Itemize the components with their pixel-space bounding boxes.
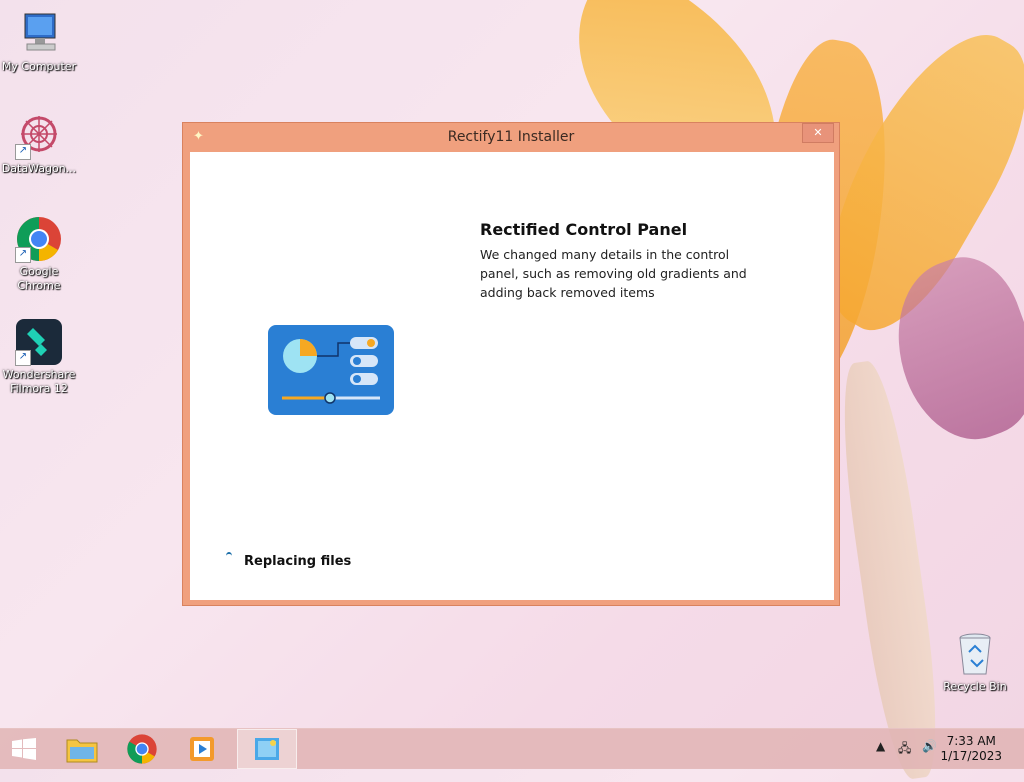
wallpaper-stem [831, 357, 949, 782]
chrome-icon: ↗ [15, 215, 63, 263]
network-icon[interactable]: 🖧 [898, 739, 911, 760]
control-panel-icon [268, 325, 394, 415]
desktop-icon-my-computer[interactable]: My Computer [0, 10, 78, 74]
desktop-icon-label: Google Chrome [17, 265, 61, 292]
close-button[interactable]: ✕ [802, 123, 834, 143]
system-clock[interactable]: 7:33 AM 1/17/2023 [940, 734, 1002, 764]
desktop-icon-google-chrome[interactable]: ↗ Google Chrome [0, 215, 78, 293]
shortcut-arrow-icon: ↗ [15, 350, 31, 366]
page-title: Rectified Control Panel [480, 220, 688, 239]
clock-date: 1/17/2023 [940, 749, 1002, 763]
taskbar-media-player[interactable] [176, 729, 228, 769]
desktop-icon-label: DataWagon... [1, 162, 77, 175]
desktop-icon-datawagon[interactable]: ↗ DataWagon... [0, 112, 78, 176]
windows-logo-icon [12, 738, 36, 760]
desktop-icon-label: Recycle Bin [943, 680, 1007, 693]
volume-icon[interactable]: 🔊 [922, 739, 937, 753]
desktop-icon-recycle-bin[interactable]: Recycle Bin [936, 630, 1014, 694]
recycle-bin-icon [951, 630, 999, 678]
status-text: Replacing files [244, 554, 352, 569]
taskbar-google-chrome[interactable] [116, 729, 168, 769]
taskbar: ▲ 🖧 🔊 7:33 AM 1/17/2023 [0, 728, 1024, 769]
window-title: Rectify11 Installer [447, 129, 575, 145]
desktop-icon-label: Wondershare Filmora 12 [2, 368, 76, 395]
progress-spinner-icon [226, 552, 232, 560]
datawagon-icon: ↗ [15, 112, 63, 160]
desktop-icon-filmora[interactable]: ↗ Wondershare Filmora 12 [0, 318, 78, 396]
media-player-icon [190, 737, 214, 761]
start-button[interactable] [0, 729, 52, 769]
folder-icon [66, 739, 98, 763]
installer-icon [255, 738, 279, 760]
desktop-icon-label: My Computer [1, 60, 77, 73]
chrome-icon [127, 734, 157, 764]
taskbar-rectify11-installer[interactable] [237, 729, 297, 769]
shortcut-arrow-icon: ↗ [15, 247, 31, 263]
installer-content: Rectified Control Panel We changed many … [190, 152, 834, 600]
show-hidden-icons-icon[interactable]: ▲ [876, 739, 885, 753]
filmora-icon: ↗ [15, 318, 63, 366]
description-text: We changed many details in the control p… [480, 247, 747, 300]
title-bar[interactable]: ✦ Rectify11 Installer ✕ [183, 123, 839, 151]
clock-time: 7:33 AM [946, 734, 996, 748]
computer-icon [15, 10, 63, 58]
shortcut-arrow-icon: ↗ [15, 144, 31, 160]
taskbar-file-explorer[interactable] [56, 729, 108, 769]
installer-window: ✦ Rectify11 Installer ✕ Rectified Contro… [182, 122, 840, 606]
